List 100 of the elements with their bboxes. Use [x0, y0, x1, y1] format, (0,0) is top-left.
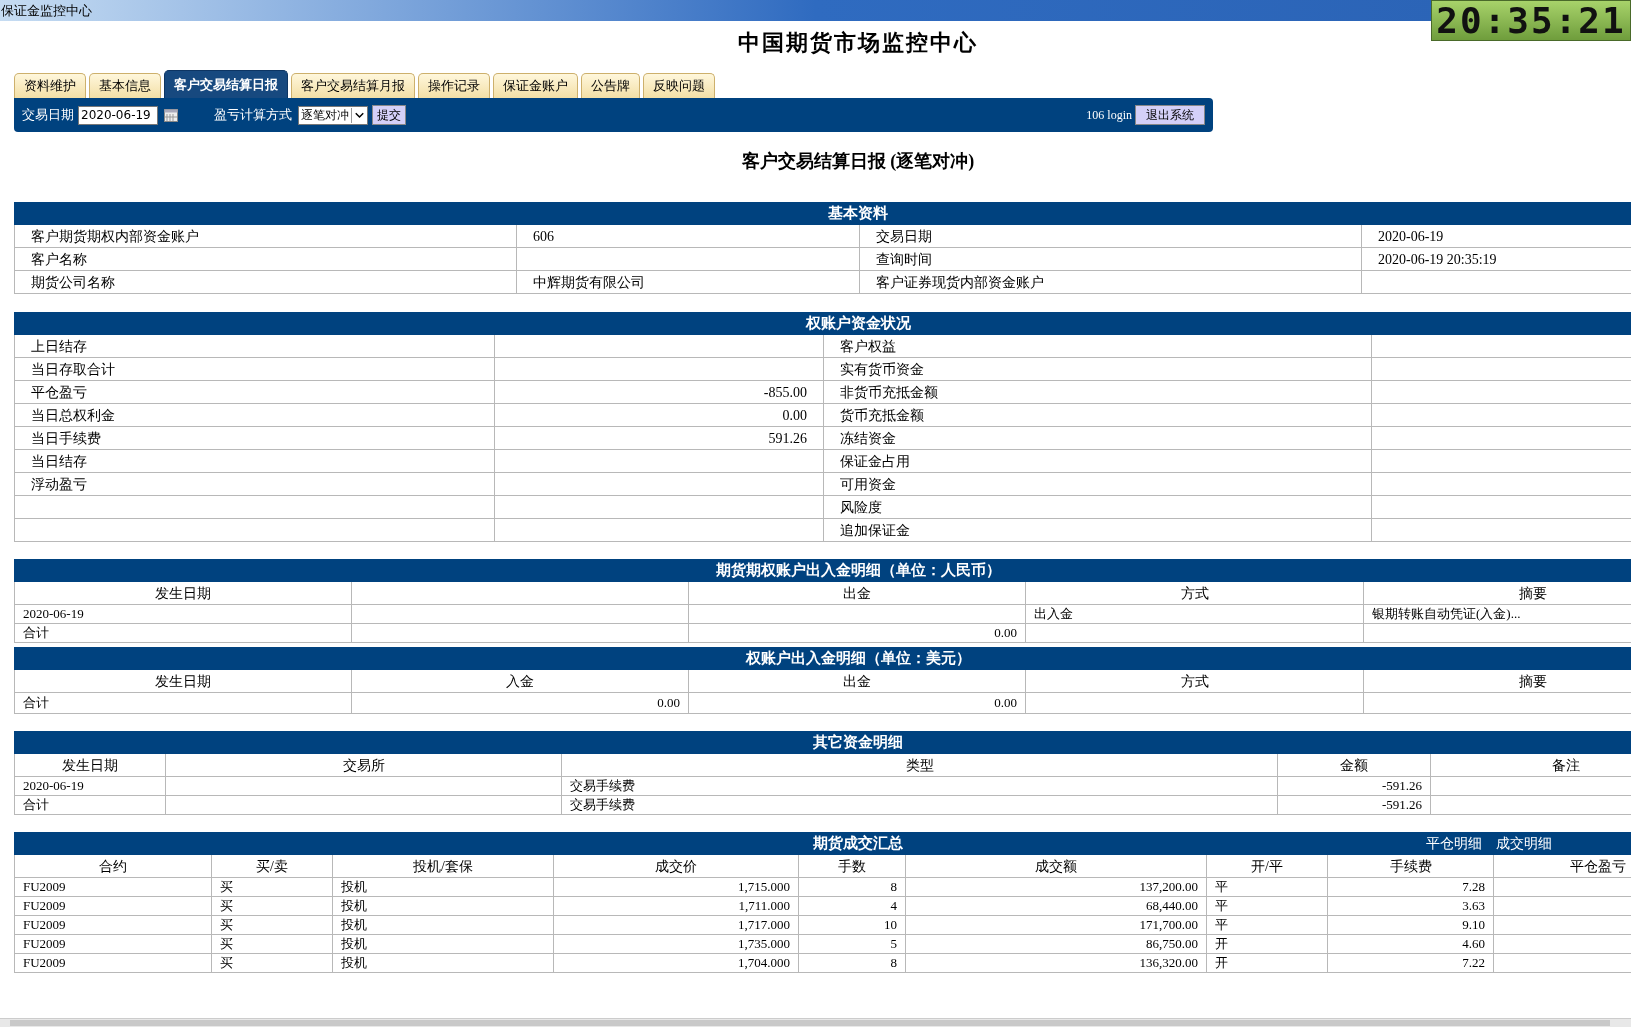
table-cell: 当日总权利金 [14, 404, 495, 427]
table-cell: 8 [799, 954, 906, 973]
table-cell: 保证金占用 [824, 450, 1372, 473]
table-cell: 1,717.000 [554, 916, 799, 935]
column-header: 手续费 [1328, 855, 1494, 878]
table-cell: 171,700.00 [906, 916, 1207, 935]
table-cell: 8 [799, 878, 906, 897]
clock-display: 20:35:21 [1431, 0, 1631, 41]
table-cell: 非货币充抵金额 [824, 381, 1372, 404]
table-cell: 客户证券现货内部资金账户 [860, 271, 1362, 294]
submit-button[interactable]: 提交 [372, 105, 406, 125]
field-label: 盈亏计算方式 [214, 106, 292, 125]
section-title: 期货成交汇总 [813, 836, 903, 851]
table-cell: -591.26 [1278, 777, 1431, 796]
column-header: 摘要 [1364, 670, 1631, 693]
section-title: 期货期权账户出入金明细（单位：人民币） [715, 563, 1001, 578]
table-cell: 平 [1207, 897, 1328, 916]
nav-tab[interactable]: 操作记录 [418, 73, 490, 98]
table-cell: 客户权益 [824, 335, 1372, 358]
table-cell: 冻结资金 [824, 427, 1372, 450]
table-cell: 浮动盈亏 [14, 473, 495, 496]
horizontal-scrollbar[interactable] [0, 1018, 1631, 1027]
column-header: 类型 [562, 754, 1278, 777]
table-cell: 客户期货期权内部资金账户 [14, 225, 517, 248]
table-cell: 开 [1207, 954, 1328, 973]
table-cell: 4.60 [1328, 935, 1494, 954]
table-cell: 2020-06-19 20:35:19 [1362, 248, 1631, 271]
table-cell: 合计 [14, 693, 352, 714]
table-cell: FU2009 [14, 916, 212, 935]
column-header: 摘要 [1364, 582, 1631, 605]
table-cell: 开 [1207, 935, 1328, 954]
table-cell: 137,200.00 [906, 878, 1207, 897]
table-cell: 当日结存 [14, 450, 495, 473]
nav-tab[interactable]: 客户交易结算月报 [291, 73, 415, 98]
report-title: 客户交易结算日报 (逐笔对冲) [741, 149, 975, 173]
table-cell: 1,735.000 [554, 935, 799, 954]
section-title: 权账户资金状况 [805, 316, 911, 331]
header-link[interactable]: 成交明细 [1496, 833, 1552, 854]
nav-tab[interactable]: 反映问题 [643, 73, 715, 98]
table-cell: 9.10 [1328, 916, 1494, 935]
table-cell: 平 [1207, 878, 1328, 897]
column-header: 开/平 [1207, 855, 1328, 878]
table-cell: 交易日期 [860, 225, 1362, 248]
header-link[interactable]: 平仓明细 [1426, 833, 1482, 854]
scrollbar-thumb[interactable] [10, 1020, 1610, 1026]
table-cell: 投机 [333, 916, 554, 935]
table-cell: 当日手续费 [14, 427, 495, 450]
column-header: 方式 [1026, 582, 1364, 605]
nav-tab[interactable]: 公告牌 [581, 73, 640, 98]
column-header: 买/卖 [212, 855, 333, 878]
table-cell: 2020-06-19 [1362, 225, 1631, 248]
table-cell: 查询时间 [860, 248, 1362, 271]
column-header: 入金 [352, 670, 689, 693]
dropdown-arrow-icon [351, 107, 367, 123]
nav-tab[interactable]: 资料维护 [14, 73, 86, 98]
table-cell: 银期转账自动凭证(入金)... [1364, 605, 1631, 624]
date-field[interactable]: 2020-06-19 [78, 105, 158, 125]
nav-tab[interactable]: 保证金账户 [493, 73, 578, 98]
table-cell: 2020-06-19 [14, 777, 166, 796]
nav-tab[interactable]: 基本信息 [89, 73, 161, 98]
table-cell: 合计 [14, 624, 352, 643]
table-cell: FU2009 [14, 878, 212, 897]
column-header: 成交额 [906, 855, 1207, 878]
table-cell: 0.00 [495, 404, 824, 427]
column-header: 手数 [799, 855, 906, 878]
table-cell: 出入金 [1026, 605, 1364, 624]
table-cell: 买 [212, 897, 333, 916]
table-cell: 客户名称 [14, 248, 517, 271]
table-cell: 591.26 [495, 427, 824, 450]
column-header: 出金 [689, 670, 1026, 693]
table-cell: 7.22 [1328, 954, 1494, 973]
nav-tab[interactable]: 客户交易结算日报 [164, 70, 288, 98]
table-cell: 风险度 [824, 496, 1372, 519]
table-cell: -591.26 [1278, 796, 1431, 815]
page-title: 中国期货市场监控中心 [738, 32, 978, 54]
table-cell: 10 [799, 916, 906, 935]
column-header: 出金 [689, 582, 1026, 605]
method-select[interactable]: 逐笔对冲 [298, 105, 368, 125]
table-cell: 606 [517, 225, 860, 248]
table-cell: 平仓盈亏 [14, 381, 495, 404]
table-cell: 货币充抵金额 [824, 404, 1372, 427]
table-cell: 86,750.00 [906, 935, 1207, 954]
column-header: 备注 [1431, 754, 1631, 777]
table-cell: 投机 [333, 897, 554, 916]
table-cell: 1,711.000 [554, 897, 799, 916]
table-cell: 追加保证金 [824, 519, 1372, 542]
logout-button[interactable]: 退出系统 [1135, 105, 1205, 125]
table-cell: 1,704.000 [554, 954, 799, 973]
table-cell: 中辉期货有限公司 [517, 271, 860, 294]
table-cell: 投机 [333, 878, 554, 897]
table-cell: 0.00 [689, 693, 1026, 714]
column-header: 投机/套保 [333, 855, 554, 878]
calendar-icon[interactable] [164, 108, 178, 122]
column-header: 交易所 [166, 754, 562, 777]
section-title: 其它资金明细 [813, 735, 903, 750]
table-cell: FU2009 [14, 954, 212, 973]
column-header: 平仓盈亏 [1494, 855, 1631, 878]
table-cell: 买 [212, 954, 333, 973]
column-header: 发生日期 [14, 582, 352, 605]
table-cell: -855.00 [495, 381, 824, 404]
